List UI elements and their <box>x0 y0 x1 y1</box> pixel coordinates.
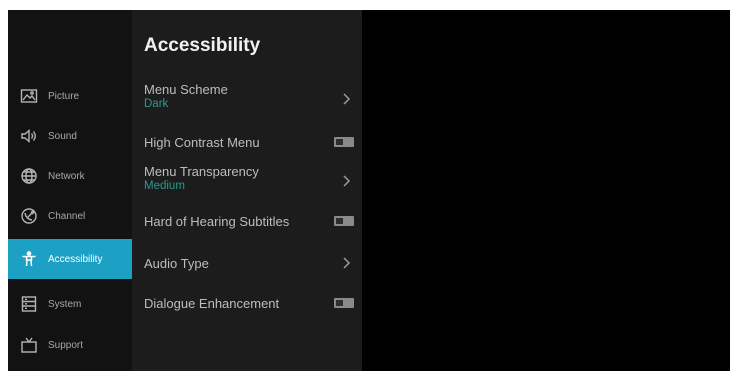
sidebar-item-accessibility[interactable]: Accessibility <box>8 239 132 279</box>
menu-scheme-label: Menu Scheme <box>144 82 228 97</box>
sidebar-item-label: System <box>48 298 82 310</box>
sidebar-item-sound[interactable]: Sound <box>8 116 132 156</box>
sidebar-item-picture[interactable]: Picture <box>8 76 132 116</box>
page-title: Accessibility <box>144 35 261 56</box>
high-contrast-menu-toggle[interactable] <box>334 137 354 147</box>
dialogue-enhancement-toggle[interactable] <box>334 298 354 308</box>
high-contrast-menu-row[interactable]: High Contrast Menu <box>132 122 362 162</box>
menu-transparency-value: Medium <box>144 180 185 192</box>
chevron-right-icon <box>343 257 351 269</box>
sidebar-item-label: Channel <box>48 210 86 222</box>
menu-transparency-label: Menu Transparency <box>144 164 259 179</box>
menu-transparency-row[interactable]: Menu Transparency Medium <box>132 162 362 202</box>
globe-icon <box>20 167 38 185</box>
satellite-dish-icon <box>20 207 38 225</box>
speaker-icon <box>20 127 38 145</box>
dialogue-enhancement-label: Dialogue Enhancement <box>144 296 280 311</box>
settings-sidebar: Picture Sound Network Channel Accessibil… <box>8 10 132 371</box>
content-area <box>362 10 730 371</box>
menu-scheme-row[interactable]: Menu Scheme Dark <box>132 80 362 120</box>
menu-scheme-value: Dark <box>144 98 169 110</box>
sidebar-item-label: Network <box>48 170 85 182</box>
high-contrast-menu-label: High Contrast Menu <box>144 135 260 150</box>
sidebar-item-support[interactable]: Support <box>8 325 132 365</box>
sidebar-item-label: Picture <box>48 90 80 102</box>
tv-icon <box>20 336 38 354</box>
sidebar-item-channel[interactable]: Channel <box>8 196 132 236</box>
tv-settings-screen: Picture Sound Network Channel Accessibil… <box>8 10 730 371</box>
sidebar-item-label: Sound <box>48 130 77 142</box>
hard-of-hearing-subtitles-toggle[interactable] <box>334 216 354 226</box>
dialogue-enhancement-row[interactable]: Dialogue Enhancement <box>132 286 362 326</box>
sidebar-item-label: Accessibility <box>48 253 103 265</box>
sidebar-item-network[interactable]: Network <box>8 156 132 196</box>
accessibility-panel: Accessibility Menu Scheme Dark High Cont… <box>132 10 362 371</box>
audio-type-label: Audio Type <box>144 256 209 271</box>
audio-type-row[interactable]: Audio Type <box>132 244 362 284</box>
hard-of-hearing-subtitles-label: Hard of Hearing Subtitles <box>144 214 290 229</box>
sidebar-item-system[interactable]: System <box>8 284 132 324</box>
picture-icon <box>20 87 38 105</box>
system-list-icon <box>20 295 38 313</box>
hard-of-hearing-subtitles-row[interactable]: Hard of Hearing Subtitles <box>132 204 362 244</box>
sidebar-item-label: Support <box>48 339 84 351</box>
accessibility-person-icon <box>20 250 38 268</box>
chevron-right-icon <box>343 175 351 187</box>
chevron-right-icon <box>343 93 351 105</box>
